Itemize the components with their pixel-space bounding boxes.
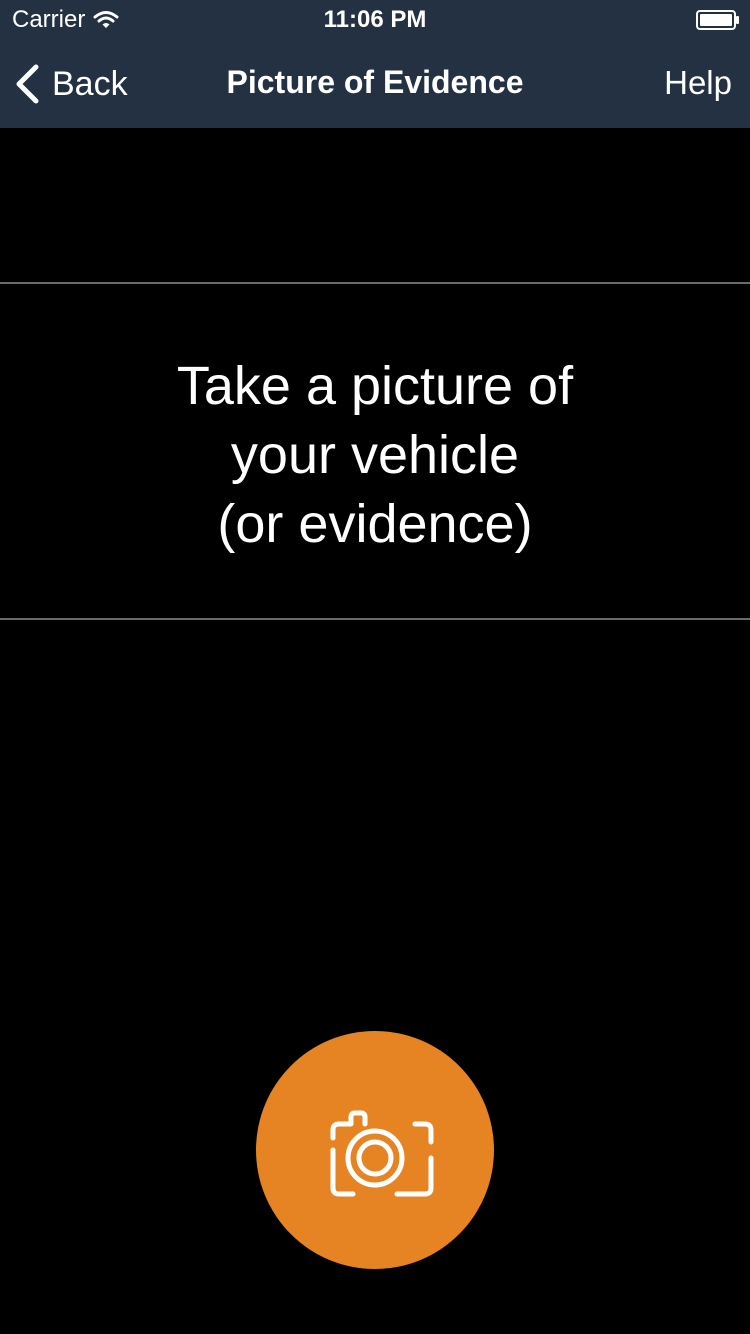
take-photo-button[interactable]: [256, 1031, 494, 1269]
help-button[interactable]: Help: [664, 64, 732, 102]
instruction-text: Take a picture of your vehicle (or evide…: [0, 352, 750, 559]
divider-bottom: [0, 618, 750, 620]
status-bar: Carrier 11:06 PM: [0, 0, 750, 40]
screen: Carrier 11:06 PM Back Picture of Evidenc…: [0, 0, 750, 1334]
page-title: Picture of Evidence: [226, 64, 524, 100]
camera-icon: [330, 1110, 434, 1197]
navigation-bar: Back Picture of Evidence Help: [0, 40, 750, 128]
status-time: 11:06 PM: [323, 6, 427, 33]
instruction-line-3: (or evidence): [217, 494, 533, 554]
divider-top: [0, 282, 750, 284]
instruction-line-2: your vehicle: [230, 425, 520, 485]
battery-icon: [696, 10, 739, 30]
header: Carrier 11:06 PM Back Picture of Evidenc…: [0, 0, 750, 128]
instruction-line-1: Take a picture of: [176, 356, 574, 416]
